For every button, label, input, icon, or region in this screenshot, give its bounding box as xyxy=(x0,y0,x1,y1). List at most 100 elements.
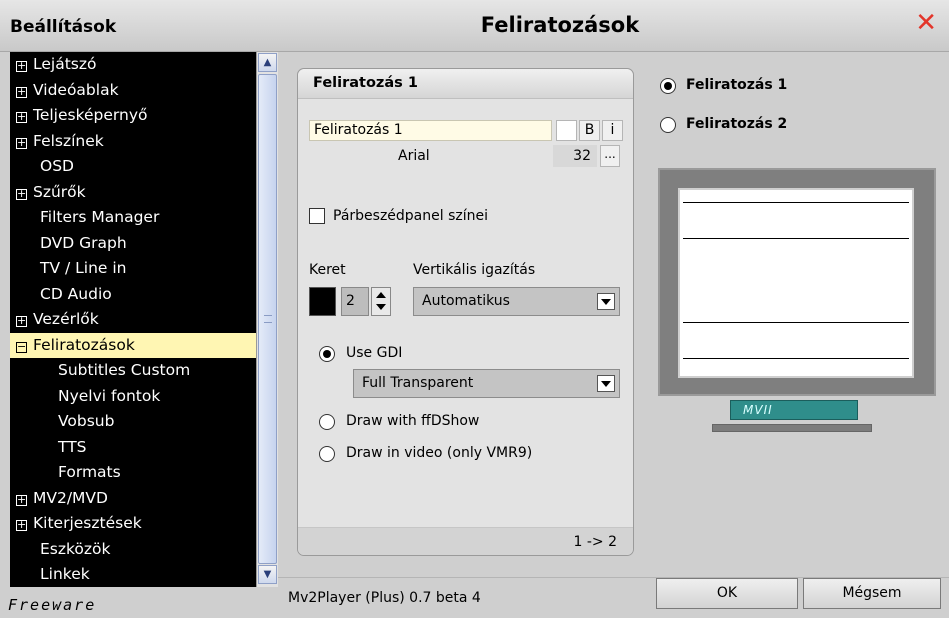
subtitle2-radio[interactable] xyxy=(660,117,676,133)
sidebar-item[interactable]: DVD Graph xyxy=(10,231,256,257)
sidebar-item[interactable]: Subtitles Custom xyxy=(10,358,256,384)
scroll-thumb[interactable] xyxy=(258,74,277,564)
sidebar-item[interactable]: Filters Manager xyxy=(10,205,256,231)
close-icon[interactable]: ✕ xyxy=(915,10,937,36)
valign-select-value: Automatikus xyxy=(422,293,510,309)
sidebar-item[interactable]: + Lejátszó xyxy=(10,52,256,78)
transparency-select-value: Full Transparent xyxy=(362,375,474,391)
panel-title: Feliratozás 1 xyxy=(313,75,418,91)
sidebar-item[interactable]: Nyelvi fontok xyxy=(10,384,256,410)
preview-line xyxy=(683,202,909,203)
sidebar-item-label: MV2/MVD xyxy=(33,488,108,507)
sidebar-item-label: Eszközök xyxy=(40,539,111,558)
version-text: Mv2Player (Plus) 0.7 beta 4 xyxy=(288,590,481,606)
preview-line xyxy=(683,358,909,359)
sidebar-item[interactable]: TTS xyxy=(10,435,256,461)
sidebar-item[interactable]: Linkek xyxy=(10,562,256,587)
preview-line xyxy=(683,322,909,323)
ok-button[interactable]: OK xyxy=(656,578,798,609)
font-preview-field[interactable]: Feliratozás 1 xyxy=(309,120,552,141)
subtitle2-label: Feliratozás 2 xyxy=(686,116,788,132)
ffdshow-label: Draw with ffDShow xyxy=(346,413,480,429)
expand-icon[interactable]: + xyxy=(16,519,27,531)
sidebar-item-label: Vobsub xyxy=(58,412,115,430)
monitor-logo: MVII xyxy=(730,400,858,420)
sidebar-item-label: TTS xyxy=(58,437,87,456)
expand-icon[interactable]: + xyxy=(16,86,27,98)
bold-button[interactable]: B xyxy=(579,120,600,141)
sidebar-item[interactable]: OSD xyxy=(10,154,256,180)
sidebar-item-label: Teljesképernyő xyxy=(33,106,148,124)
preview-screen xyxy=(678,188,914,378)
transparency-select[interactable]: Full Transparent xyxy=(353,369,620,398)
sidebar-item-label: CD Audio xyxy=(40,284,112,303)
tree-scrollbar[interactable]: ▲ ▼ xyxy=(256,52,278,587)
valign-select[interactable]: Automatikus xyxy=(413,287,620,316)
border-width-spinner[interactable] xyxy=(371,287,391,316)
expand-icon[interactable]: + xyxy=(16,315,27,327)
sidebar-item-label: Linkek xyxy=(40,565,90,583)
monitor-stand xyxy=(712,424,872,432)
spin-down-icon xyxy=(376,304,386,310)
expand-icon[interactable]: + xyxy=(16,137,27,149)
sidebar-item-label: Szűrők xyxy=(33,182,86,201)
color-button[interactable] xyxy=(556,120,577,141)
sidebar-item[interactable]: Formats xyxy=(10,460,256,486)
sidebar-item[interactable]: TV / Line in xyxy=(10,256,256,282)
sidebar-item-label: Filters Manager xyxy=(40,208,160,226)
sidebar-item[interactable]: Vobsub xyxy=(10,409,256,435)
dialog-colors-label: Párbeszédpanel színei xyxy=(333,208,488,224)
subtitle1-label: Feliratozás 1 xyxy=(686,77,788,93)
border-width-field[interactable]: 2 xyxy=(341,287,369,316)
vmr9-label: Draw in video (only VMR9) xyxy=(346,445,533,461)
sidebar-item-label: Nyelvi fontok xyxy=(58,386,161,405)
scroll-up-button[interactable]: ▲ xyxy=(258,53,277,72)
sidebar-item[interactable]: + MV2/MVD xyxy=(10,486,256,512)
vmr9-radio[interactable] xyxy=(319,446,335,462)
sidebar-item[interactable]: + Szűrők xyxy=(10,180,256,206)
expand-icon[interactable]: + xyxy=(16,188,27,200)
collapse-icon[interactable]: − xyxy=(16,341,27,353)
freeware-label: Freeware xyxy=(8,596,97,614)
sidebar-item-label: Videóablak xyxy=(33,80,119,99)
monitor-preview xyxy=(658,168,936,396)
settings-tree: + Lejátszó + Videóablak + Teljesképernyő + Fels… xyxy=(10,52,256,587)
expand-icon[interactable]: + xyxy=(16,60,27,72)
sidebar-item[interactable]: + Felszínek xyxy=(10,129,256,155)
sidebar-item[interactable]: − Feliratozások xyxy=(10,332,256,358)
cancel-button[interactable]: Mégsem xyxy=(803,578,941,609)
sidebar-item-label: Formats xyxy=(58,463,121,481)
sidebar-item[interactable]: + Videóablak xyxy=(10,78,256,104)
sidebar-item-label: Felszínek xyxy=(33,131,104,150)
subtitle-settings-panel: Feliratozás 1 Feliratozás 1 B i Arial 32… xyxy=(297,68,634,556)
expand-icon[interactable]: + xyxy=(16,111,27,123)
panel-footer: 1 -> 2 xyxy=(298,527,633,555)
subtitle1-radio[interactable] xyxy=(660,78,676,94)
sidebar-item-label: Lejátszó xyxy=(33,55,97,73)
page-indicator[interactable]: 1 -> 2 xyxy=(574,534,618,550)
sidebar-item-label: Kiterjesztések xyxy=(33,514,142,532)
ffdshow-radio[interactable] xyxy=(319,414,335,430)
border-color-swatch[interactable] xyxy=(309,287,336,316)
sidebar-item[interactable]: + Kiterjesztések xyxy=(10,511,256,537)
sidebar-item-label: Vezérlők xyxy=(33,310,99,328)
scroll-down-button[interactable]: ▼ xyxy=(258,565,277,584)
sidebar-item[interactable]: + Vezérlők xyxy=(10,307,256,333)
title-bar: Beállítások Feliratozások ✕ xyxy=(0,0,949,52)
window-title: Beállítások xyxy=(10,17,117,37)
use-gdi-label: Use GDI xyxy=(346,345,403,361)
italic-button[interactable]: i xyxy=(602,120,623,141)
sidebar-item[interactable]: CD Audio xyxy=(10,282,256,308)
panel-header: Feliratozás 1 xyxy=(298,69,633,99)
sidebar-item-label: DVD Graph xyxy=(40,233,127,252)
sidebar-item[interactable]: Eszközök xyxy=(10,537,256,563)
preview-line xyxy=(683,238,909,239)
font-size: 32 xyxy=(553,145,597,167)
dialog-colors-checkbox[interactable] xyxy=(309,208,325,224)
grip-icon xyxy=(264,315,272,323)
font-browse-button[interactable]: ... xyxy=(600,145,620,167)
font-face: Arial xyxy=(398,148,430,164)
sidebar-item[interactable]: + Teljesképernyő xyxy=(10,103,256,129)
expand-icon[interactable]: + xyxy=(16,494,27,506)
use-gdi-radio[interactable] xyxy=(319,346,335,362)
